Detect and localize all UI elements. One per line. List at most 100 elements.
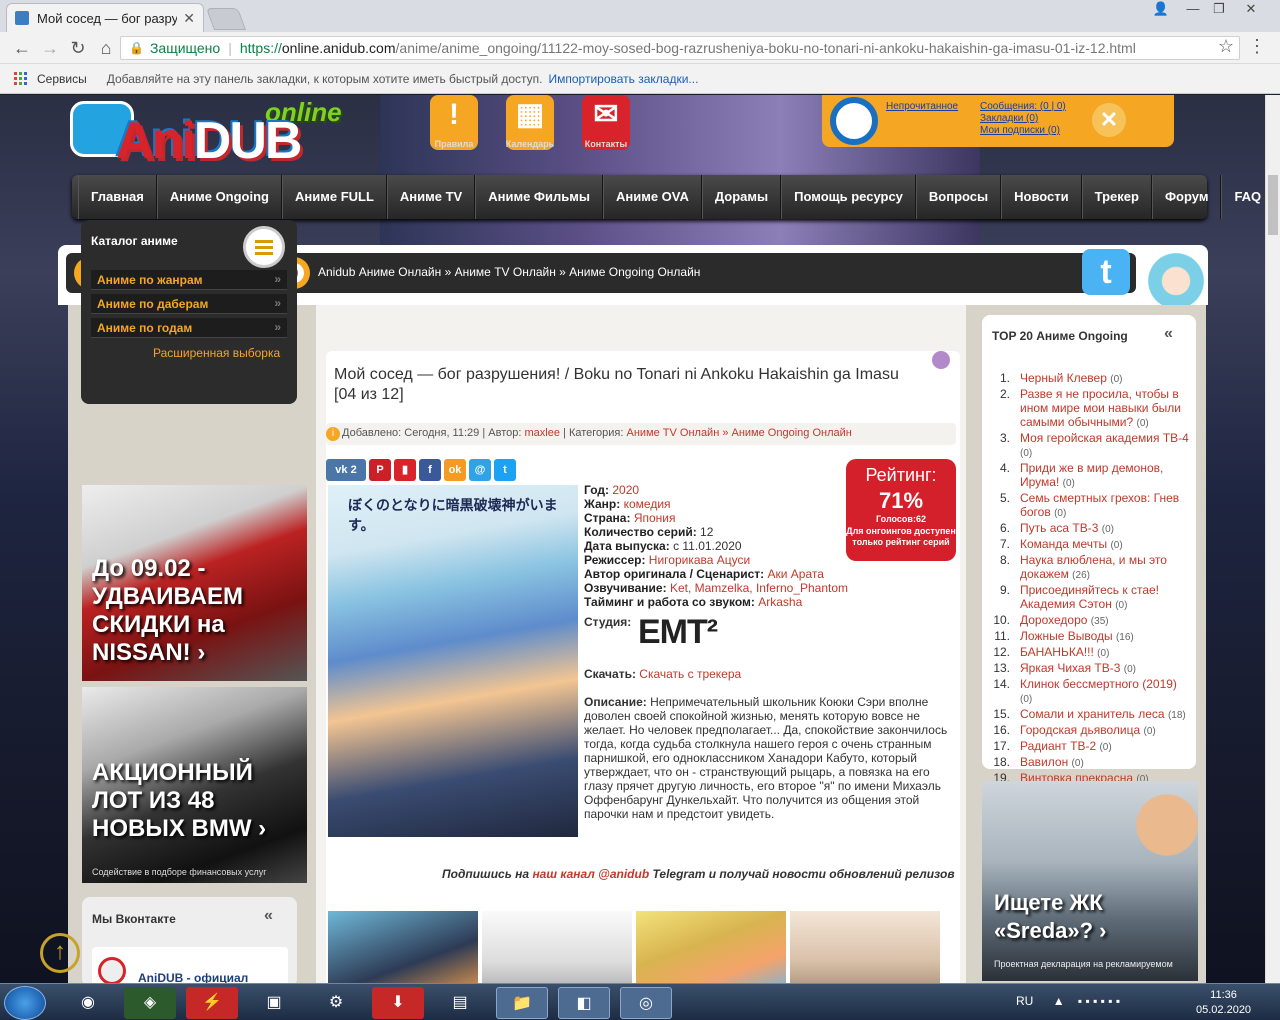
tray-expand-icon[interactable]: ▲ (1053, 994, 1065, 1008)
bookmark-share-icon[interactable]: ▮ (394, 459, 416, 481)
logout-icon[interactable]: ✕ (1092, 103, 1126, 137)
top20-item[interactable]: 18. Вавилон (0) (992, 755, 1192, 771)
top20-entry[interactable]: Вавилон (0) (1020, 755, 1084, 771)
catalog-item-dubbers[interactable]: Аниме по даберам» (91, 294, 287, 314)
minimize-button[interactable]: — (1180, 0, 1206, 20)
presentation-app-icon[interactable]: ◧ (558, 987, 610, 1019)
nav-home[interactable]: Главная (78, 175, 157, 219)
address-bar[interactable]: 🔒 Защищено | https:// online.anidub.com … (120, 36, 1240, 60)
collapse-icon[interactable]: « (264, 907, 273, 925)
top20-entry[interactable]: Клинок бессмертного (2019) (0) (1020, 677, 1192, 707)
top20-entry[interactable]: Яркая Чихая ТВ-3 (0) (1020, 661, 1136, 677)
explorer-app-icon[interactable]: 📁 (496, 987, 548, 1019)
subscriptions-link[interactable]: Мои подписки (0) (980, 125, 1060, 136)
top20-entry[interactable]: Ложные Выводы (16) (1020, 629, 1134, 645)
top20-entry[interactable]: Сомали и хранитель леса (18) (1020, 707, 1186, 723)
browser-menu-icon[interactable]: ⋮ (1248, 36, 1266, 57)
top20-entry[interactable]: Радиант ТВ-2 (0) (1020, 739, 1112, 755)
scroll-up-icon[interactable]: ↑ (40, 933, 80, 973)
vk-group-card[interactable]: AniDUB - официал (92, 947, 288, 983)
vk-share-button[interactable]: vk 2 (326, 459, 366, 481)
meta-author-link[interactable]: maxlee (524, 427, 559, 439)
page-scrollbar[interactable] (1265, 95, 1280, 983)
nav-dramas[interactable]: Дорамы (701, 175, 782, 219)
top20-item[interactable]: 10. Дорохедоро (35) (992, 613, 1192, 629)
browser-tab[interactable]: Мой сосед — бог разрушения ✕ (6, 3, 204, 32)
top20-item[interactable]: 2. Разве я не просила, чтобы в ином мире … (992, 387, 1192, 431)
nav-donate[interactable]: Помощь ресурсу (781, 175, 916, 219)
top20-item[interactable]: 8. Наука влюблена, и мы это докажем (26) (992, 553, 1192, 583)
forward-icon[interactable]: → (38, 36, 62, 60)
camera-icon[interactable] (932, 351, 950, 369)
top20-item[interactable]: 15. Сомали и хранитель леса (18) (992, 707, 1192, 723)
top20-item[interactable]: 14. Клинок бессмертного (2019) (0) (992, 677, 1192, 707)
catalog-item-years[interactable]: Аниме по годам» (91, 318, 287, 338)
tray-icons[interactable]: ▪ ▪ ▪ ▪ ▪ ▪ (1078, 994, 1120, 1008)
top20-item[interactable]: 11. Ложные Выводы (16) (992, 629, 1192, 645)
top20-entry[interactable]: Моя геройская академия ТВ-4 (0) (1020, 431, 1192, 461)
top20-item[interactable]: 13. Яркая Чихая ТВ-3 (0) (992, 661, 1192, 677)
nav-faq[interactable]: FAQ (1221, 175, 1265, 219)
catalog-item-genres[interactable]: Аниме по жанрам» (91, 270, 287, 290)
top20-entry[interactable]: Наука влюблена, и мы это докажем (26) (1020, 553, 1192, 583)
screenshot-3[interactable] (636, 911, 786, 983)
top20-entry[interactable]: Присоединяйтесь к стае! Академия Сэтон (… (1020, 583, 1192, 613)
top20-item[interactable]: 12. БАНАНЬКА!!! (0) (992, 645, 1192, 661)
nav-tv[interactable]: Аниме TV (386, 175, 476, 219)
telegram-link[interactable]: наш канал @anidub (532, 867, 649, 881)
top20-entry[interactable]: Дорохедоро (35) (1020, 613, 1109, 629)
nav-forum[interactable]: Форум (1151, 175, 1222, 219)
apps-label[interactable]: Сервисы (37, 72, 87, 86)
top20-item[interactable]: 16. Городская дьяволица (0) (992, 723, 1192, 739)
bmw-ad[interactable]: АКЦИОННЫЙ ЛОТ ИЗ 48 НОВЫХ BMW › Содейств… (82, 687, 307, 883)
nav-news[interactable]: Новости (1001, 175, 1082, 219)
breadcrumb[interactable]: Anidub Аниме Онлайн » Аниме TV Онлайн » … (318, 265, 700, 279)
language-indicator[interactable]: RU (1016, 994, 1033, 1008)
tools-app-icon[interactable]: ⚙ (310, 987, 362, 1019)
facebook-share-icon[interactable]: f (419, 459, 441, 481)
messages-link[interactable]: Сообщения: (0 | 0) (980, 101, 1066, 112)
top20-entry[interactable]: Разве я не просила, чтобы в ином мире мо… (1020, 387, 1192, 431)
screenshot-4[interactable] (790, 911, 940, 983)
top20-entry[interactable]: Команда мечты (0) (1020, 537, 1123, 553)
nav-ova[interactable]: Аниме OVA (602, 175, 702, 219)
nav-full[interactable]: Аниме FULL (282, 175, 387, 219)
top20-entry[interactable]: Приди же в мир демонов, Ирума! (0) (1020, 461, 1192, 491)
studio-logo[interactable]: EMT² (638, 613, 718, 652)
nav-tracker[interactable]: Трекер (1081, 175, 1152, 219)
bookmark-star-icon[interactable]: ☆ (1218, 36, 1234, 57)
catalog-menu-icon[interactable] (243, 226, 285, 268)
notes-app-icon[interactable]: ▤ (434, 987, 486, 1019)
download-link[interactable]: Скачать с трекера (639, 667, 741, 681)
reload-icon[interactable]: ↻ (66, 36, 90, 60)
unread-link[interactable]: Непрочитанное (886, 101, 958, 112)
pinterest-share-icon[interactable]: P (369, 459, 391, 481)
top20-entry[interactable]: Городская дьяволица (0) (1020, 723, 1156, 739)
browser-app-icon[interactable]: ◎ (620, 987, 672, 1019)
calendar-label[interactable]: Календарь (500, 139, 560, 149)
top20-item[interactable]: 7. Команда мечты (0) (992, 537, 1192, 553)
top20-entry[interactable]: Путь аса ТВ-3 (0) (1020, 521, 1114, 537)
monitor-app-icon[interactable]: ▣ (248, 987, 300, 1019)
top20-entry[interactable]: БАНАНЬКА!!! (0) (1020, 645, 1109, 661)
home-icon[interactable]: ⌂ (94, 36, 118, 60)
sreda-ad[interactable]: Ищете ЖК «Sreda»? › Проектная декларация… (982, 781, 1198, 981)
apps-icon[interactable] (14, 72, 27, 85)
download-app-icon[interactable]: ⬇ (372, 987, 424, 1019)
top20-item[interactable]: 1. Черный Клевер (0) (992, 371, 1192, 387)
contacts-label[interactable]: Контакты (576, 139, 636, 149)
moimir-share-icon[interactable]: @ (469, 459, 491, 481)
profile-icon[interactable]: 👤 (1150, 0, 1172, 20)
clock[interactable]: 11:36 05.02.2020 (1196, 988, 1251, 1018)
import-bookmarks-link[interactable]: Импортировать закладки... (549, 72, 699, 86)
rules-label[interactable]: Правила (424, 139, 484, 149)
top20-item[interactable]: 6. Путь аса ТВ-3 (0) (992, 521, 1192, 537)
flash-app-icon[interactable]: ⚡ (186, 987, 238, 1019)
back-icon[interactable]: ← (10, 36, 34, 60)
nav-films[interactable]: Аниме Фильмы (475, 175, 603, 219)
start-button[interactable] (4, 986, 46, 1020)
top20-entry[interactable]: Семь смертных грехов: Гнев богов (0) (1020, 491, 1192, 521)
twitter-icon[interactable]: t (1082, 249, 1130, 295)
screenshot-1[interactable] (328, 911, 478, 983)
top20-item[interactable]: 9. Присоединяйтесь к стае! Академия Сэтон… (992, 583, 1192, 613)
